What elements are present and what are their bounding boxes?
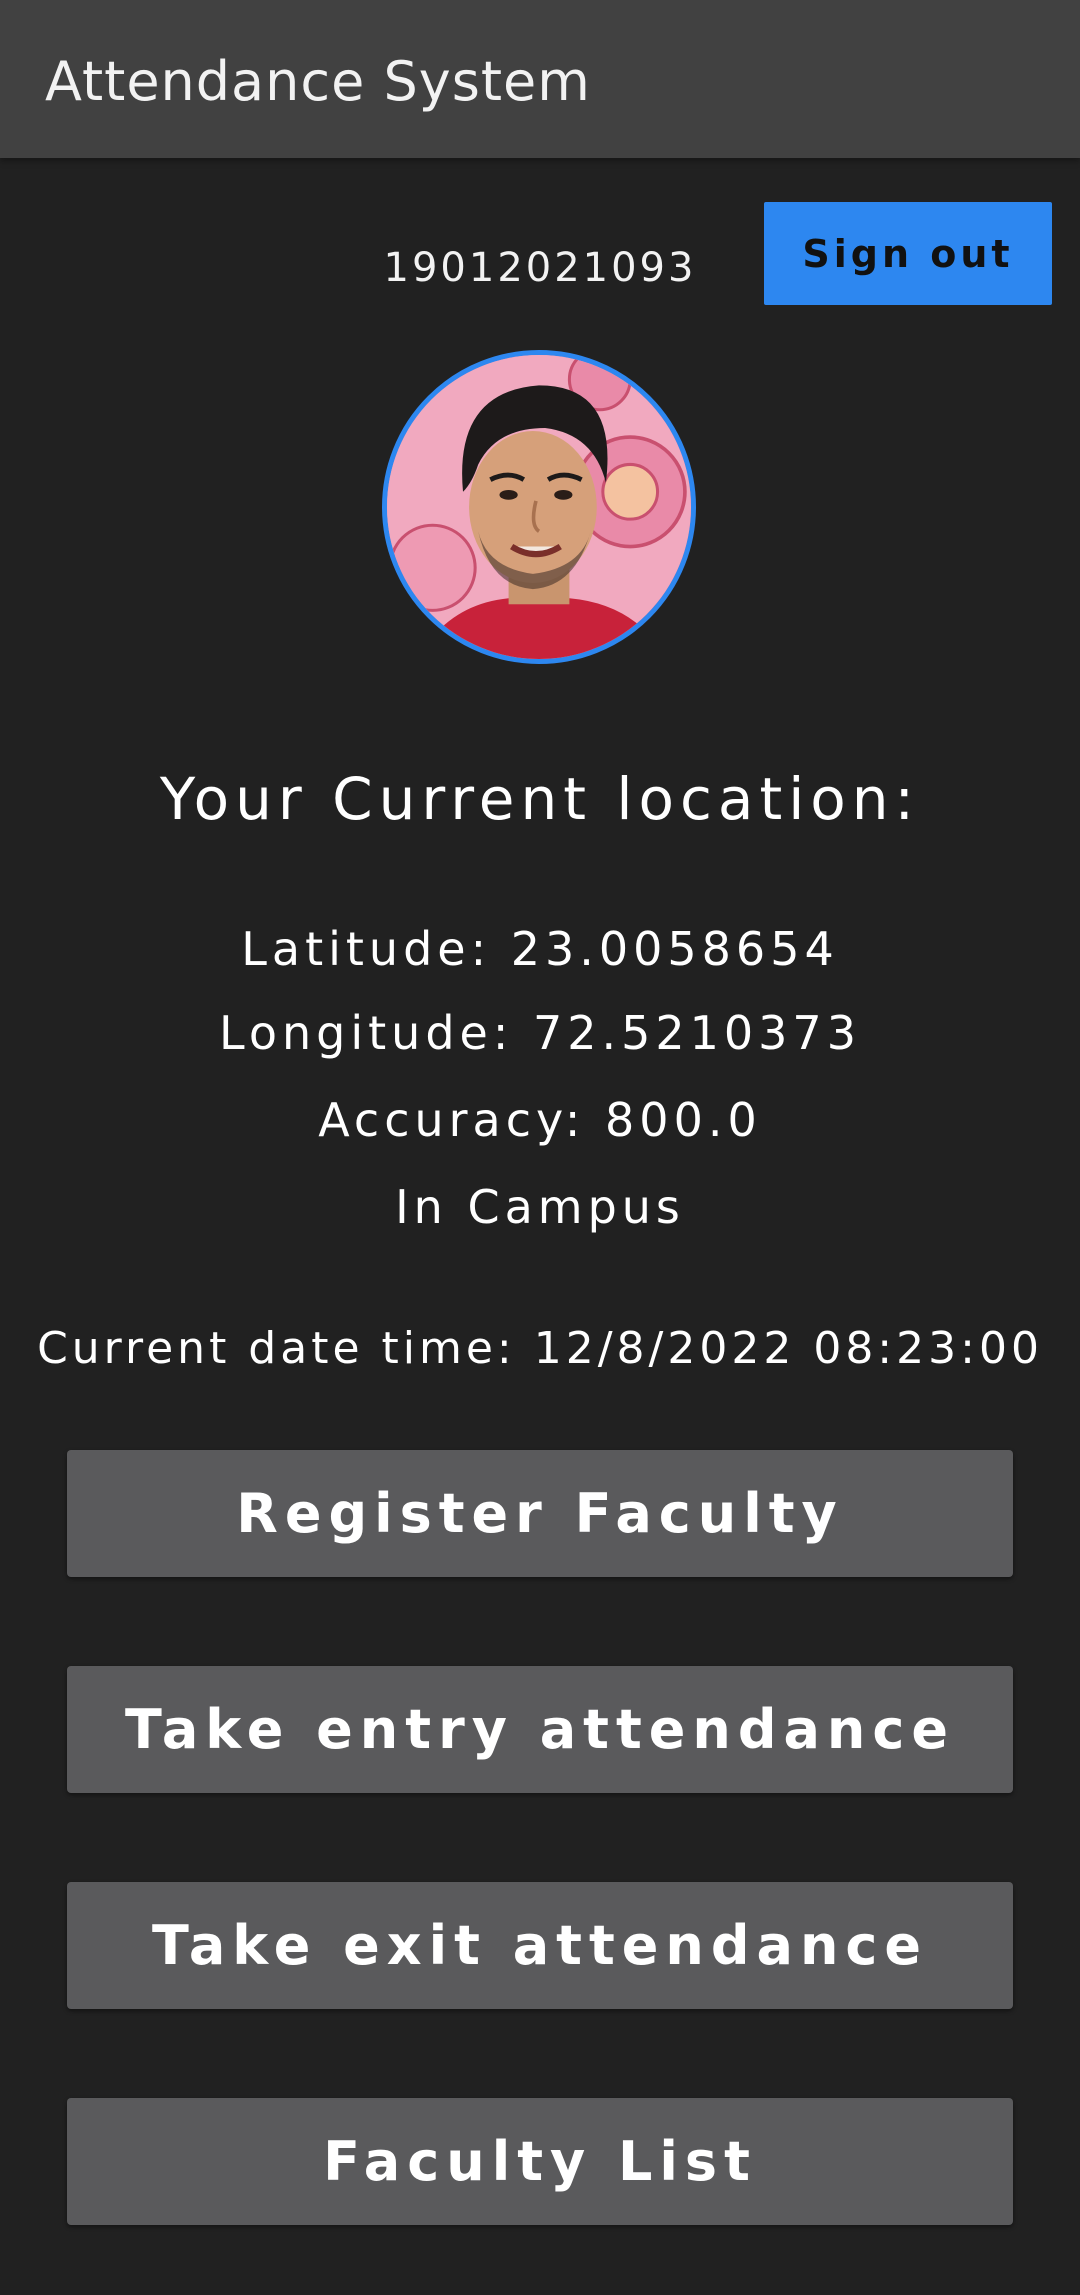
app-title: Attendance System	[45, 50, 591, 113]
avatar	[382, 350, 696, 664]
profile-photo-icon	[387, 355, 691, 659]
campus-status: In Campus	[395, 1180, 685, 1234]
accuracy-text: Accuracy: 800.0	[318, 1093, 762, 1147]
faculty-list-button[interactable]: Faculty List	[67, 2098, 1013, 2225]
take-entry-attendance-button[interactable]: Take entry attendance	[67, 1666, 1013, 1793]
longitude-text: Longitude: 72.5210373	[219, 1006, 861, 1060]
app-bar: Attendance System	[0, 0, 1080, 158]
current-datetime: Current date time: 12/8/2022 08:23:00	[37, 1323, 1043, 1374]
latitude-text: Latitude: 23.0058654	[241, 922, 839, 976]
location-heading: Your Current location:	[159, 765, 921, 833]
user-id: 19012021093	[383, 245, 697, 291]
register-faculty-button[interactable]: Register Faculty	[67, 1450, 1013, 1577]
take-exit-attendance-button[interactable]: Take exit attendance	[67, 1882, 1013, 2009]
sign-out-button[interactable]: Sign out	[764, 202, 1052, 305]
